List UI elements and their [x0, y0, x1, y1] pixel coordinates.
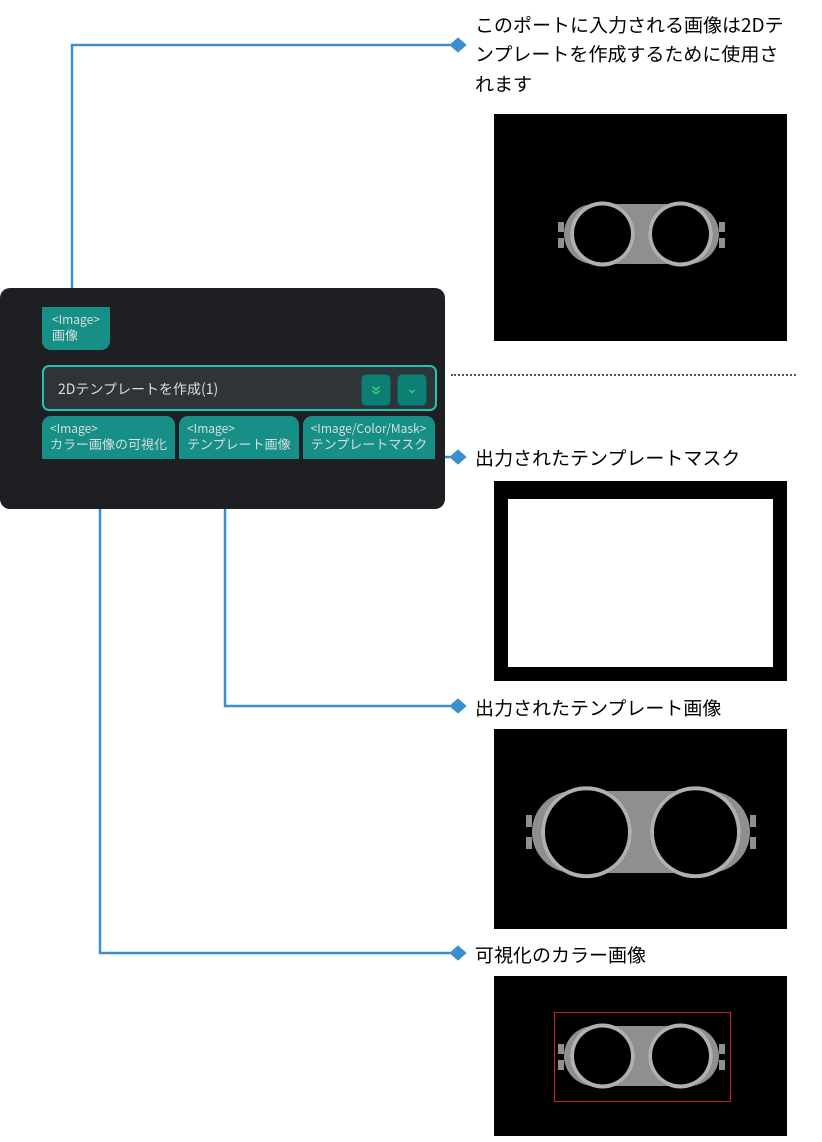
input-port-image[interactable]: <Image> 画像: [42, 307, 110, 350]
caption-template-mask: 出力されたテンプレートマスク: [475, 443, 740, 472]
caption-template-image: 出力されたテンプレート画像: [475, 693, 721, 722]
output-port-label: カラー画像の可視化: [50, 436, 167, 452]
section-divider: [451, 374, 796, 376]
node-title-bar[interactable]: 2Dテンプレートを作成(1): [42, 365, 437, 411]
output-port-label: テンプレートマスク: [311, 436, 428, 452]
caption-color-visualization: 可視化のカラー画像: [475, 940, 646, 969]
node-create-2d-template: <Image> 画像 2Dテンプレートを作成(1) <Image> カラー画像の…: [0, 288, 445, 509]
figure-color-visualization: [494, 976, 787, 1136]
output-port-template-mask[interactable]: <Image/Color/Mask> テンプレートマスク: [303, 416, 436, 459]
node-title-text: 2Dテンプレートを作成(1): [58, 379, 218, 399]
input-port-label: 画像: [52, 327, 100, 343]
caption-input-port: このポートに入力される画像は2Dテンプレートを作成するために使用されます: [475, 10, 795, 98]
detection-bounding-box: [554, 1012, 731, 1102]
output-port-template-image[interactable]: <Image> テンプレート画像: [179, 416, 299, 459]
figure-template-image: [494, 729, 787, 929]
figure-template-mask: [494, 481, 787, 681]
output-ports: <Image> カラー画像の可視化 <Image> テンプレート画像 <Imag…: [42, 416, 437, 459]
figure-input-image: [494, 114, 787, 341]
output-port-label: テンプレート画像: [187, 436, 291, 452]
output-port-color-visualization[interactable]: <Image> カラー画像の可視化: [42, 416, 175, 459]
run-node-button[interactable]: [397, 374, 427, 406]
expand-node-button[interactable]: [361, 374, 391, 406]
